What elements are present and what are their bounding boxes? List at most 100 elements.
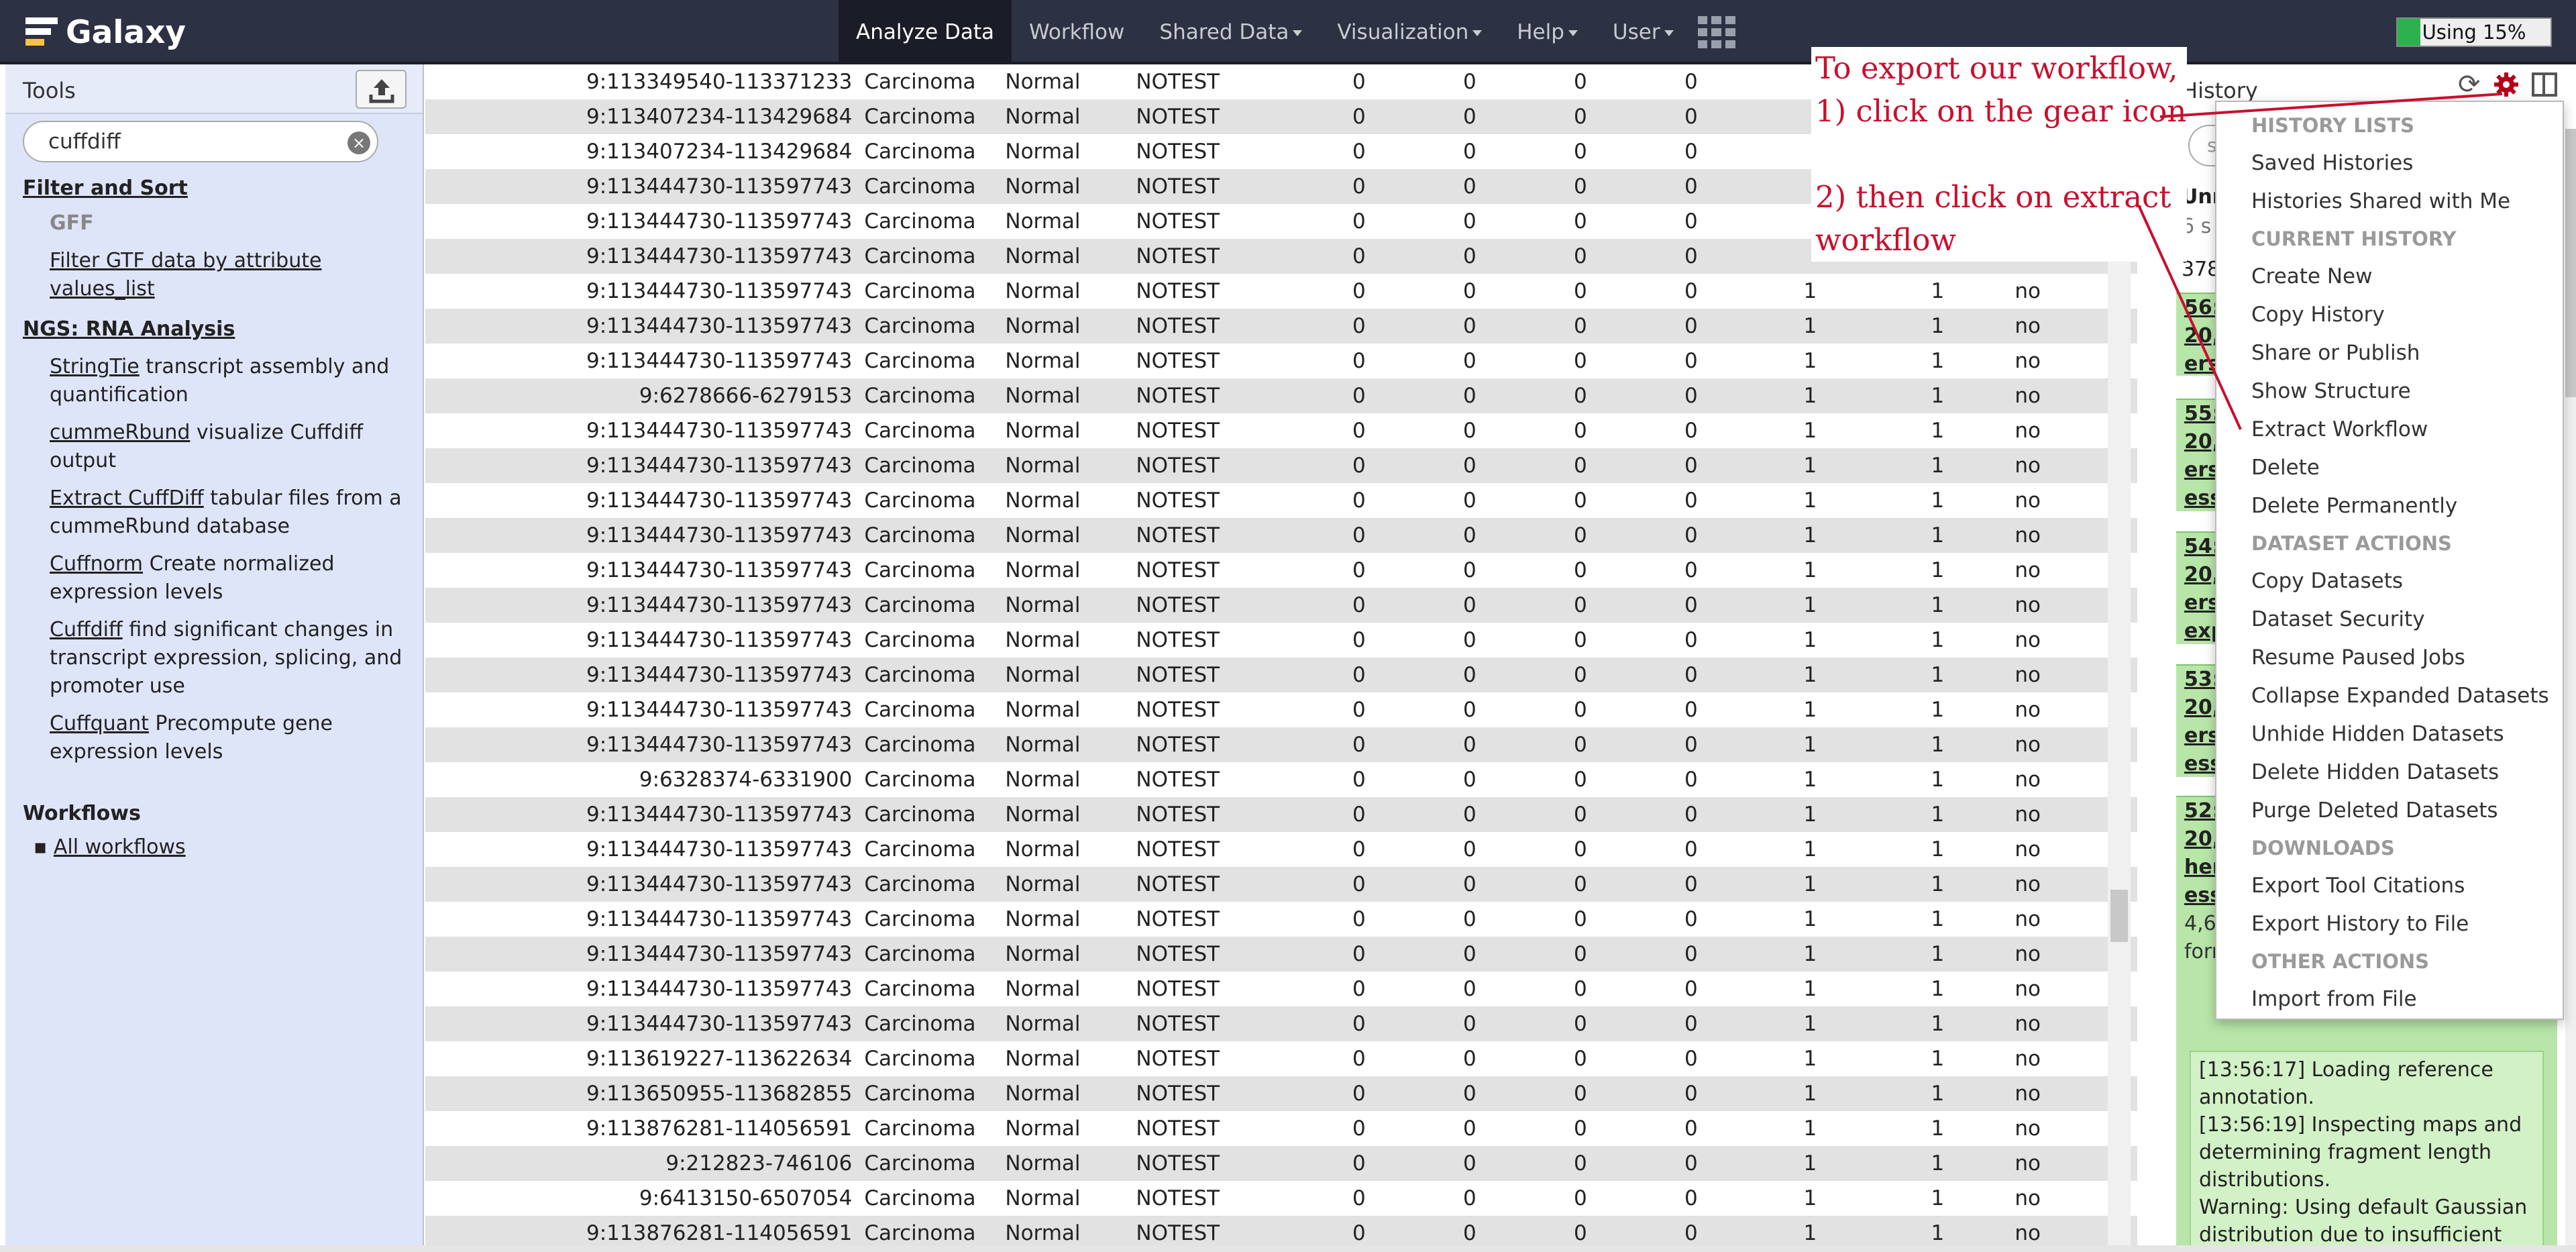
tool-section-title[interactable]: NGS: RNA Analysis xyxy=(23,315,412,344)
table-cell: no xyxy=(2015,1116,2041,1141)
apps-grid-icon[interactable] xyxy=(1697,16,1735,48)
history-scrollbar[interactable] xyxy=(2565,129,2576,1245)
galaxy-brand[interactable]: Galaxy xyxy=(25,12,186,52)
table-cell: NOTEST xyxy=(1136,937,1304,972)
upload-button[interactable] xyxy=(356,70,407,109)
table-cell: 0 xyxy=(1352,768,1366,792)
menu-item-delete[interactable]: Delete xyxy=(2216,449,2563,487)
menu-item-unhide-hidden-datasets[interactable]: Unhide Hidden Datasets xyxy=(2216,715,2563,753)
table-row: 9:113444730-113597743 Carcinoma Normal NOTE… xyxy=(425,309,2137,344)
menu-item-export-history-to-file[interactable]: Export History to File xyxy=(2216,905,2563,943)
table-cell: 1 xyxy=(1874,588,2002,623)
bottom-bar xyxy=(0,1245,2576,1252)
peek-line: Warning: Using default Gaussian xyxy=(2199,1196,2528,1219)
columns-icon[interactable] xyxy=(2531,72,2557,97)
table-cell: NOTEST xyxy=(1136,419,1220,443)
table-cell: 0 xyxy=(1684,279,1698,303)
menu-item-purge-deleted-datasets[interactable]: Purge Deleted Datasets xyxy=(2216,792,2563,830)
table-cell: Normal xyxy=(1005,558,1081,582)
nav-workflow[interactable]: Workflow xyxy=(1012,0,1142,64)
tool-item[interactable]: Cuffnorm Create normalized expression le… xyxy=(23,550,412,607)
table-cell: 0 xyxy=(1525,1216,1636,1245)
table-cell: 0 xyxy=(1463,977,1477,1001)
tool-section-title[interactable]: Filter and Sort xyxy=(23,174,412,203)
tool-link[interactable]: Cuffdiff xyxy=(50,618,123,641)
tool-search-input[interactable]: cuffdiff × xyxy=(23,121,378,162)
table-cell: no xyxy=(2001,1216,2089,1245)
tool-link[interactable]: StringTie xyxy=(50,355,140,378)
table-cell: 0 xyxy=(1303,588,1415,623)
tool-link[interactable]: Cuffnorm xyxy=(50,552,143,576)
table-row: 9:113650955-113682855 Carcinoma Normal NOTE… xyxy=(425,1076,2137,1111)
tool-link[interactable]: Filter GTF data by attribute values_list xyxy=(50,249,321,301)
table-cell: 0 xyxy=(1635,1216,1747,1245)
table-cell: Carcinoma xyxy=(864,558,976,582)
table-cell: no xyxy=(2015,698,2041,722)
all-workflows-link[interactable]: All workflows xyxy=(54,835,186,859)
menu-item-show-structure[interactable]: Show Structure xyxy=(2216,372,2563,411)
menu-item-saved-histories[interactable]: Saved Histories xyxy=(2216,144,2563,182)
table-cell: 1 xyxy=(1746,588,1874,623)
gear-icon[interactable] xyxy=(2493,71,2520,98)
nav-user[interactable]: User xyxy=(1595,0,1691,64)
table-cell: no xyxy=(2001,797,2089,832)
table-cell: 0 xyxy=(1352,1047,1366,1071)
menu-item-delete-hidden-datasets[interactable]: Delete Hidden Datasets xyxy=(2216,753,2563,792)
scrollbar-thumb[interactable] xyxy=(2565,129,2576,397)
table-cell: 0 xyxy=(1635,99,1747,134)
table-cell: no xyxy=(2015,768,2041,792)
tool-link[interactable]: cummeRbund xyxy=(50,421,190,444)
table-cell: 9:113407234-113429684 xyxy=(586,140,853,164)
menu-item-export-tool-citations[interactable]: Export Tool Citations xyxy=(2216,867,2563,905)
menu-item-copy-datasets[interactable]: Copy Datasets xyxy=(2216,562,2563,601)
table-cell: 0 xyxy=(1525,937,1636,972)
table-cell: 0 xyxy=(1352,558,1366,582)
clear-search-icon[interactable]: × xyxy=(347,132,370,154)
tool-item[interactable]: Filter GTF data by attribute values_list xyxy=(23,247,412,303)
menu-item-extract-workflow[interactable]: Extract Workflow xyxy=(2216,411,2563,449)
table-cell: 0 xyxy=(1574,419,1587,443)
tool-item[interactable]: Extract CuffDiff tabular files from a cu… xyxy=(23,484,412,541)
table-cell: Normal xyxy=(1005,937,1136,972)
menu-item-create-new[interactable]: Create New xyxy=(2216,258,2563,296)
table-cell: 0 xyxy=(1303,658,1415,692)
nav-help[interactable]: Help xyxy=(1499,0,1595,64)
table-cell: NOTEST xyxy=(1136,309,1304,344)
menu-item-share-or-publish[interactable]: Share or Publish xyxy=(2216,334,2563,372)
table-cell: NOTEST xyxy=(1136,1006,1304,1041)
menu-item-histories-shared-with-me[interactable]: Histories Shared with Me xyxy=(2216,182,2563,221)
refresh-icon[interactable]: ⟳ xyxy=(2458,69,2481,100)
tool-item[interactable]: Cuffdiff find significant changes in tra… xyxy=(23,616,412,700)
menu-item-copy-history[interactable]: Copy History xyxy=(2216,296,2563,334)
tool-item[interactable]: StringTie transcript assembly and quanti… xyxy=(23,353,412,409)
menu-item-import-from-file[interactable]: Import from File xyxy=(2216,980,2563,1019)
nav-analyze-data[interactable]: Analyze Data xyxy=(839,0,1012,64)
table-cell: Carcinoma xyxy=(864,70,976,94)
tool-item[interactable]: GFF xyxy=(23,209,412,238)
table-cell: 0 xyxy=(1463,1186,1477,1210)
table-cell: no xyxy=(2001,309,2089,344)
all-workflows-item[interactable]: ▪ All workflows xyxy=(23,833,412,862)
nav-visualization[interactable]: Visualization xyxy=(1320,0,1499,64)
table-cell: 0 xyxy=(1525,99,1636,134)
menu-item-collapse-expanded-datasets[interactable]: Collapse Expanded Datasets xyxy=(2216,677,2563,715)
menu-item-dataset-security[interactable]: Dataset Security xyxy=(2216,601,2563,639)
nav-shared-data[interactable]: Shared Data xyxy=(1142,0,1320,64)
menu-item-resume-paused-jobs[interactable]: Resume Paused Jobs xyxy=(2216,639,2563,677)
table-cell: Normal xyxy=(1005,70,1081,94)
tool-panel-header: Tools xyxy=(5,64,423,114)
chevron-down-icon xyxy=(1568,30,1578,36)
table-cell: 0 xyxy=(1525,588,1636,623)
table-row: 9:113444730-113597743 Carcinoma Normal NOTE… xyxy=(425,344,2137,378)
table-cell: 0 xyxy=(1635,378,1747,413)
table-cell: 1 xyxy=(1746,518,1874,553)
tool-item[interactable]: Cuffquant Precompute gene expression lev… xyxy=(23,710,412,766)
menu-item-delete-permanently[interactable]: Delete Permanently xyxy=(2216,487,2563,525)
table-cell: 0 xyxy=(1414,937,1525,972)
table-cell: NOTEST xyxy=(1136,1047,1220,1071)
tool-link[interactable]: Extract CuffDiff xyxy=(50,486,204,510)
quota-meter[interactable]: Using 15% xyxy=(2396,17,2552,47)
tool-item[interactable]: cummeRbund visualize Cuffdiff output xyxy=(23,419,412,475)
scrollbar-thumb[interactable] xyxy=(2110,890,2128,942)
tool-link[interactable]: Cuffquant xyxy=(50,712,149,735)
